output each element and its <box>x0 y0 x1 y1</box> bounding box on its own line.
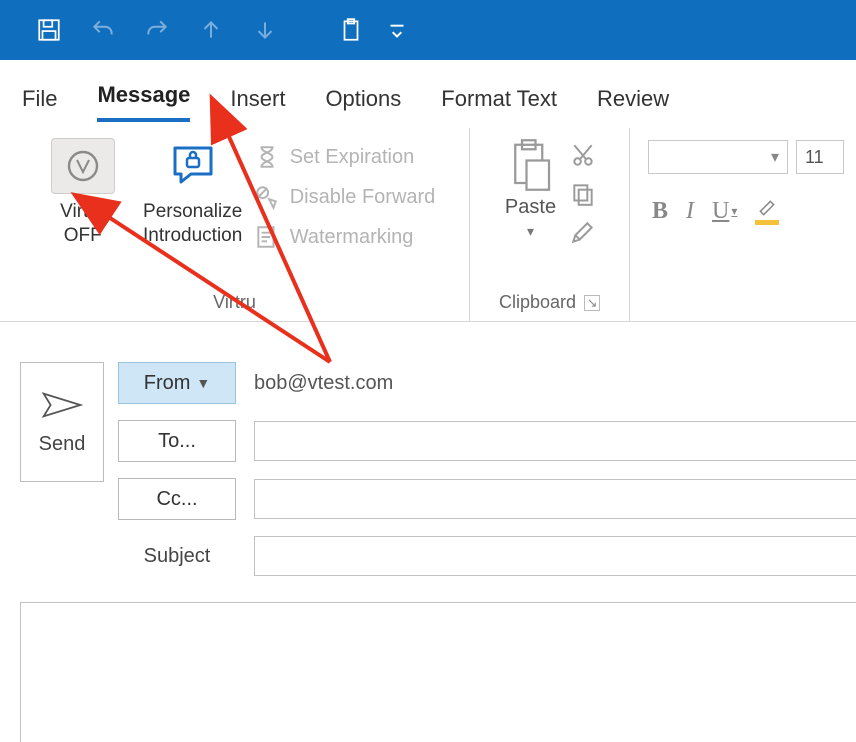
ribbon-group-clipboard: Paste ▾ Clipboard ↘ <box>470 128 630 321</box>
cc-label: Cc... <box>156 488 197 511</box>
tab-insert[interactable]: Insert <box>230 86 285 122</box>
tab-format-text[interactable]: Format Text <box>441 86 557 122</box>
virtru-toggle-line2: OFF <box>60 224 105 248</box>
watermarking-button[interactable]: Watermarking <box>254 224 436 250</box>
font-size-selector[interactable]: 11 <box>796 140 844 174</box>
to-input[interactable] <box>254 421 856 461</box>
set-expiration-label: Set Expiration <box>290 146 415 169</box>
cc-input[interactable] <box>254 479 856 519</box>
paste-label: Paste <box>505 196 556 219</box>
personalize-intro-button[interactable]: Personalize Introduction <box>138 132 248 248</box>
tab-message[interactable]: Message <box>97 82 190 122</box>
paste-icon <box>508 138 554 192</box>
tab-options[interactable]: Options <box>325 86 401 122</box>
clipboard-icon[interactable] <box>330 9 372 51</box>
bold-button[interactable]: B <box>652 198 668 225</box>
virtru-toggle-line1: Virtru <box>60 200 105 224</box>
customize-qat-icon[interactable] <box>384 9 410 51</box>
underline-button[interactable]: U▾ <box>712 198 737 225</box>
personalize-line1: Personalize <box>143 200 242 224</box>
italic-button[interactable]: I <box>686 198 694 225</box>
chevron-down-icon: ▼ <box>196 375 210 391</box>
compose-pane: Send From ▼ bob@vtest.com To... Cc... Su… <box>0 322 856 576</box>
virtru-toggle-button[interactable]: Virtru OFF <box>28 132 138 248</box>
ribbon-group-virtru: Virtru OFF Personalize Introduction <box>0 128 470 321</box>
tab-file[interactable]: File <box>22 86 57 122</box>
chevron-down-icon: ▾ <box>771 147 779 167</box>
send-label: Send <box>39 433 86 456</box>
chat-lock-icon <box>161 138 225 194</box>
font-family-selector[interactable]: ▾ <box>648 140 788 174</box>
down-arrow-icon[interactable] <box>244 9 286 51</box>
up-arrow-icon[interactable] <box>190 9 232 51</box>
virtru-logo-icon <box>51 138 115 194</box>
paste-button[interactable]: Paste ▾ <box>497 132 564 240</box>
chevron-down-icon: ▾ <box>527 223 534 240</box>
disable-forward-label: Disable Forward <box>290 186 436 209</box>
redo-icon[interactable] <box>136 9 178 51</box>
subject-input[interactable] <box>254 536 856 576</box>
clipboard-group-label: Clipboard ↘ <box>499 286 600 317</box>
dialog-launcher-icon[interactable]: ↘ <box>584 295 600 311</box>
tab-review[interactable]: Review <box>597 86 669 122</box>
to-label: To... <box>158 430 196 453</box>
save-icon[interactable] <box>28 9 70 51</box>
from-button[interactable]: From ▼ <box>118 362 236 404</box>
menu-bar: File Message Insert Options Format Text … <box>0 60 856 122</box>
highlight-button[interactable] <box>755 198 779 225</box>
ribbon: Virtru OFF Personalize Introduction <box>0 122 856 322</box>
disable-forward-button[interactable]: Disable Forward <box>254 184 436 210</box>
personalize-line2: Introduction <box>143 224 242 248</box>
copy-button[interactable] <box>570 181 596 210</box>
from-value: bob@vtest.com <box>254 372 393 395</box>
send-icon <box>41 389 83 421</box>
message-body[interactable] <box>20 602 856 742</box>
cc-button[interactable]: Cc... <box>118 478 236 520</box>
send-button[interactable]: Send <box>20 362 104 482</box>
set-expiration-button[interactable]: Set Expiration <box>254 144 436 170</box>
format-painter-button[interactable] <box>570 220 596 249</box>
from-label: From <box>144 372 191 395</box>
undo-icon[interactable] <box>82 9 124 51</box>
ribbon-group-font: ▾ 11 B I U▾ <box>630 128 856 321</box>
subject-label: Subject <box>118 545 236 568</box>
to-button[interactable]: To... <box>118 420 236 462</box>
virtru-group-label: Virtru <box>213 286 256 317</box>
virtru-options: Set Expiration Disable Forward Watermark… <box>248 132 442 250</box>
cut-button[interactable] <box>570 142 596 171</box>
title-bar <box>0 0 856 60</box>
watermarking-label: Watermarking <box>290 226 414 249</box>
